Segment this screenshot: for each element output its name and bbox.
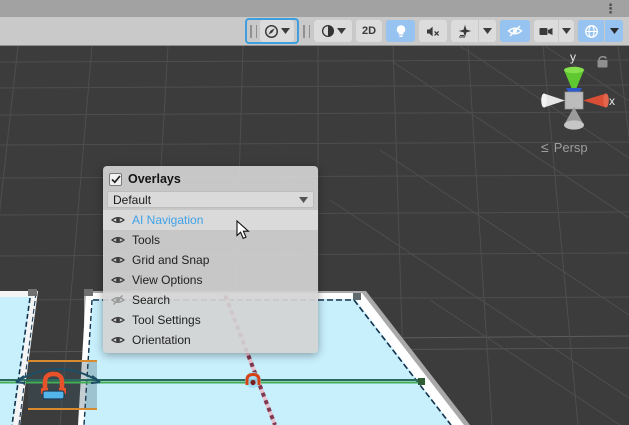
overlay-item-tool-settings[interactable]: Tool Settings <box>103 310 318 330</box>
wall-cap <box>28 289 37 296</box>
overlay-item-orientation[interactable]: Orientation <box>103 330 318 350</box>
chevron-down-icon <box>337 28 346 34</box>
projection-indicator[interactable]: ≤ Persp <box>541 139 588 155</box>
overlay-item-grid-and-snap[interactable]: Grid and Snap <box>103 250 318 270</box>
chevron-down-icon <box>610 28 619 34</box>
scene-toolbar: 2D <box>0 17 629 46</box>
scene-visibility-button[interactable] <box>500 20 530 42</box>
overlay-list: AI Navigation Tools Grid and Snap View O… <box>103 210 318 350</box>
axis-x-label: x <box>609 94 615 108</box>
axis-y-label: y <box>570 50 576 64</box>
eye-icon[interactable] <box>111 255 125 265</box>
eye-icon[interactable] <box>111 215 125 225</box>
mouse-cursor <box>236 220 250 240</box>
eye-slash-icon <box>507 25 523 37</box>
eye-icon[interactable] <box>111 275 125 285</box>
persp-label: Persp <box>554 140 588 155</box>
globe-gizmo-icon <box>584 24 599 39</box>
wall-cap <box>353 293 361 300</box>
effects-dropdown-group <box>451 20 496 42</box>
camera-button[interactable] <box>534 20 558 42</box>
overlay-item-tools[interactable]: Tools <box>103 230 318 250</box>
overlays-panel-title: Overlays <box>128 172 181 186</box>
effects-toggle-button[interactable] <box>451 20 478 42</box>
unity-scene-view: ⋮ <box>0 0 629 425</box>
overlay-item-search[interactable]: Search <box>103 290 318 310</box>
scene-tab-bar: ⋮ <box>0 0 629 17</box>
audio-muted-icon <box>426 25 440 38</box>
orientation-gizmo[interactable]: y x <box>535 48 629 140</box>
overlay-preset-dropdown[interactable]: Default <box>107 191 314 208</box>
camera-icon <box>539 26 553 37</box>
shading-mode-dropdown[interactable] <box>314 20 352 42</box>
effects-dropdown-button[interactable] <box>479 20 496 42</box>
chevron-down-icon <box>299 197 308 203</box>
drag-handle-icon[interactable] <box>303 25 310 38</box>
kebab-menu-icon[interactable]: ⋮ <box>604 0 617 17</box>
drag-handle-icon[interactable] <box>250 25 257 38</box>
wall-cap <box>84 289 93 296</box>
gizmos-dropdown-button[interactable] <box>605 20 623 42</box>
mini-link-icon[interactable] <box>245 372 261 388</box>
overlay-item-ai-navigation[interactable]: AI Navigation <box>103 210 318 230</box>
overlays-menu-panel: Overlays Default AI Navigation Tools Gri… <box>103 166 318 353</box>
eye-icon[interactable] <box>111 315 125 325</box>
gizmos-toggle-button[interactable] <box>578 20 604 42</box>
effects-star-icon <box>458 24 472 38</box>
camera-dropdown-button[interactable] <box>559 20 574 42</box>
overlays-checkbox[interactable] <box>109 173 122 186</box>
2d-label: 2D <box>359 25 379 37</box>
chevron-down-icon <box>483 28 492 34</box>
eye-slash-icon[interactable] <box>111 295 125 305</box>
compass-tool-icon <box>264 24 279 39</box>
gizmos-dropdown-group <box>578 20 623 42</box>
shaded-sphere-icon <box>321 24 335 38</box>
eye-icon[interactable] <box>111 235 125 245</box>
chevron-down-icon <box>281 28 290 34</box>
eye-icon[interactable] <box>111 335 125 345</box>
tool-dropdown-group-selected[interactable] <box>245 18 299 44</box>
chevron-down-icon <box>562 28 571 34</box>
persp-angle-icon: ≤ <box>541 139 549 155</box>
lightbulb-icon <box>394 24 408 39</box>
lighting-toggle-button[interactable] <box>386 20 415 42</box>
overlay-item-view-options[interactable]: View Options <box>103 270 318 290</box>
checkmark-icon <box>111 175 121 184</box>
lock-icon[interactable] <box>598 57 608 68</box>
audio-toggle-button[interactable] <box>419 20 447 42</box>
camera-dropdown-group <box>534 20 574 42</box>
2d-toggle-button[interactable]: 2D <box>356 20 382 42</box>
compass-tool-dropdown[interactable] <box>260 20 294 42</box>
overlay-preset-value: Default <box>113 193 151 207</box>
